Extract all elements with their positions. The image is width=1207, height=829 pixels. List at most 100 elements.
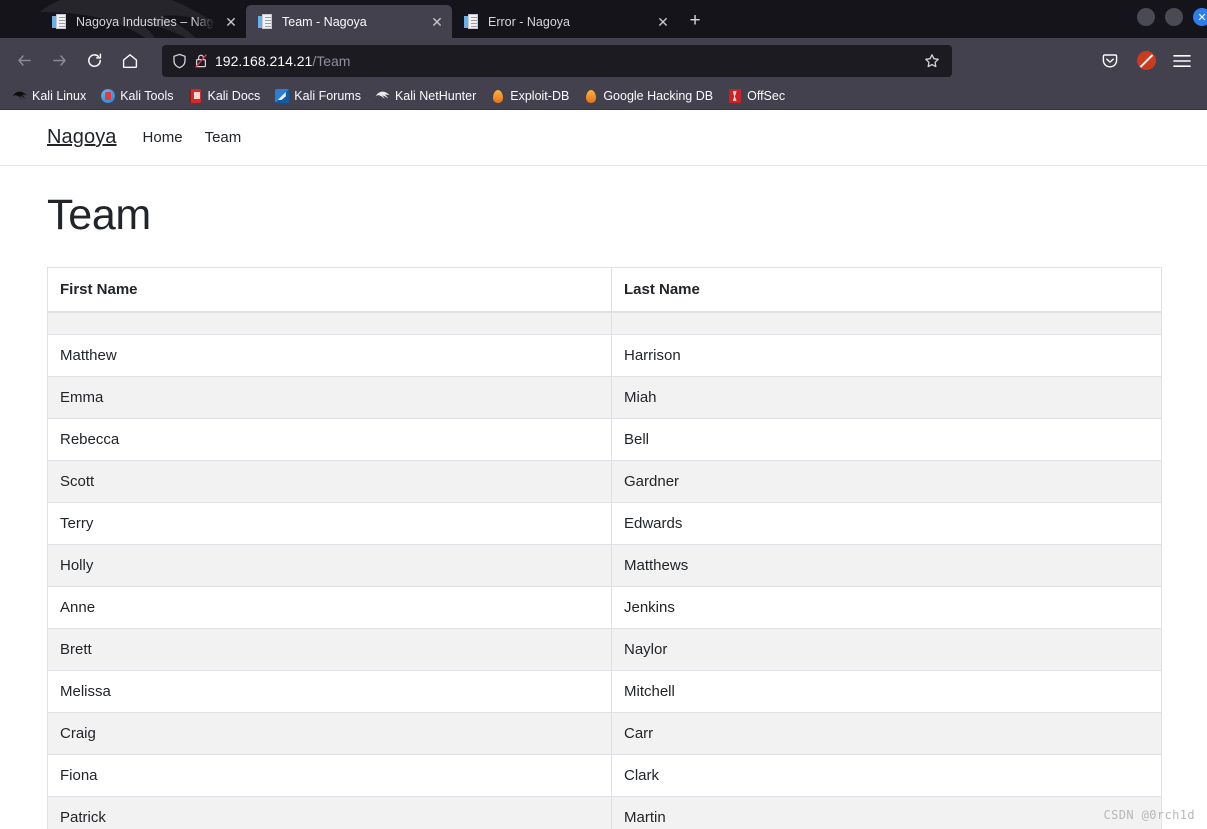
cell-last-name: Clark [611, 753, 1162, 797]
site-navbar: Nagoya Home Team [0, 110, 1207, 166]
cell-first-name [47, 311, 612, 335]
pocket-icon[interactable] [1095, 46, 1125, 76]
cell-last-name: Matthews [611, 543, 1162, 587]
reload-icon[interactable] [78, 44, 111, 77]
cell-last-name: Martin [611, 795, 1162, 829]
kali-forums-icon [274, 89, 289, 104]
nav-link-team[interactable]: Team [205, 129, 242, 146]
cell-last-name: Mitchell [611, 669, 1162, 713]
bookmark-label: Google Hacking DB [603, 89, 714, 103]
tab-title: Nagoya Industries – Nagoya [76, 14, 214, 29]
url-bar[interactable]: 192.168.214.21/Team [162, 44, 952, 77]
cell-first-name: Scott [47, 459, 612, 503]
toolbar-right-actions [1095, 46, 1199, 76]
bookmark-label: Kali Docs [207, 89, 261, 103]
maximize-button[interactable] [1165, 8, 1183, 26]
table-row: Terry Edwards [47, 501, 1162, 545]
browser-tab-error[interactable]: Error - Nagoya ✕ [452, 5, 678, 38]
table-row: Craig Carr [47, 711, 1162, 755]
browser-tab-team[interactable]: Team - Nagoya ✕ [246, 5, 452, 38]
minimize-button[interactable] [1137, 8, 1155, 26]
site-brand-nagoya[interactable]: Nagoya [47, 126, 117, 149]
bookmark-kali-tools[interactable]: Kali Tools [94, 87, 179, 106]
table-row-spacer [47, 311, 1162, 335]
home-icon[interactable] [113, 44, 146, 77]
back-arrow-icon[interactable] [8, 44, 41, 77]
table-row: Anne Jenkins [47, 585, 1162, 629]
tab-title: Error - Nagoya [488, 14, 570, 29]
bookmark-kali-docs[interactable]: Kali Docs [181, 87, 266, 106]
document-icon [52, 13, 68, 30]
shield-icon[interactable] [172, 53, 187, 69]
bookmark-kali-nethunter[interactable]: Kali NetHunter [369, 87, 482, 106]
cell-last-name: Harrison [611, 333, 1162, 377]
cell-first-name: Rebecca [47, 417, 612, 461]
kali-tools-icon [100, 89, 115, 104]
cell-last-name: Gardner [611, 459, 1162, 503]
url-text[interactable]: 192.168.214.21/Team [215, 53, 911, 69]
extension-blocked-icon[interactable] [1131, 46, 1161, 76]
cell-first-name: Fiona [47, 753, 612, 797]
watermark: CSDN @0rch1d [1103, 808, 1195, 822]
star-icon[interactable] [918, 47, 946, 75]
nav-link-home[interactable]: Home [143, 129, 183, 146]
forward-arrow-icon[interactable] [43, 44, 76, 77]
table-row: Rebecca Bell [47, 417, 1162, 461]
cell-last-name: Naylor [611, 627, 1162, 671]
table-row: Melissa Mitchell [47, 669, 1162, 713]
google-hacking-db-icon [583, 89, 598, 104]
site-nav-links: Home Team [143, 129, 242, 146]
close-icon[interactable]: ✕ [222, 13, 240, 31]
cell-last-name: Carr [611, 711, 1162, 755]
bookmark-offsec[interactable]: OffSec [721, 87, 791, 106]
url-path: /Team [312, 52, 351, 69]
bookmark-kali-forums[interactable]: Kali Forums [268, 87, 367, 106]
bookmark-google-hacking-db[interactable]: Google Hacking DB [577, 87, 719, 106]
url-host: 192.168.214.21 [215, 52, 313, 69]
cell-last-name [611, 311, 1162, 335]
cell-first-name: Brett [47, 627, 612, 671]
new-tab-button[interactable]: + [680, 6, 710, 36]
cell-first-name: Matthew [47, 333, 612, 377]
close-icon[interactable]: ✕ [428, 13, 446, 31]
bookmark-label: Exploit-DB [510, 89, 570, 103]
bookmark-label: Kali NetHunter [394, 89, 477, 103]
cell-last-name: Edwards [611, 501, 1162, 545]
cell-first-name: Anne [47, 585, 612, 629]
browser-toolbar: 192.168.214.21/Team [0, 38, 1207, 83]
bookmark-label: Kali Tools [120, 89, 174, 103]
cell-last-name: Bell [611, 417, 1162, 461]
page-content: Team First Name Last Name Matthew Harriso… [0, 166, 1207, 829]
table-row: Emma Miah [47, 375, 1162, 419]
close-icon[interactable]: ✕ [654, 13, 672, 31]
cell-first-name: Craig [47, 711, 612, 755]
cell-first-name: Terry [47, 501, 612, 545]
cell-last-name: Miah [611, 375, 1162, 419]
exploit-db-icon [490, 89, 505, 104]
team-table: First Name Last Name Matthew Harrison Emma… [47, 267, 1162, 829]
bookmarks-bar: Kali Linux Kali Tools Kali Docs Kali For… [0, 83, 1207, 110]
lock-crossed-out-icon[interactable] [194, 53, 208, 69]
kali-nethunter-icon [375, 89, 390, 104]
table-row: Matthew Harrison [47, 333, 1162, 377]
browser-tab-nagoya-industries[interactable]: Nagoya Industries – Nagoya ✕ [40, 5, 246, 38]
kali-dragon-icon [12, 89, 27, 104]
table-row: Holly Matthews [47, 543, 1162, 587]
kali-docs-icon [187, 89, 202, 104]
bookmark-label: Kali Linux [32, 89, 87, 103]
cell-first-name: Melissa [47, 669, 612, 713]
cell-last-name: Jenkins [611, 585, 1162, 629]
table-header-row: First Name Last Name [47, 267, 1162, 314]
table-row: Fiona Clark [47, 753, 1162, 797]
bookmark-exploit-db[interactable]: Exploit-DB [484, 87, 575, 106]
window-controls: ✕ [1137, 8, 1207, 26]
hamburger-menu-icon[interactable] [1167, 46, 1197, 76]
table-row: Brett Naylor [47, 627, 1162, 671]
bookmark-label: OffSec [747, 89, 786, 103]
close-window-button[interactable]: ✕ [1193, 8, 1207, 26]
table-head: First Name Last Name [47, 267, 1162, 314]
bookmark-kali-linux[interactable]: Kali Linux [6, 87, 92, 106]
offsec-icon [727, 89, 742, 104]
document-icon [464, 13, 480, 30]
column-header-first-name: First Name [47, 267, 612, 314]
